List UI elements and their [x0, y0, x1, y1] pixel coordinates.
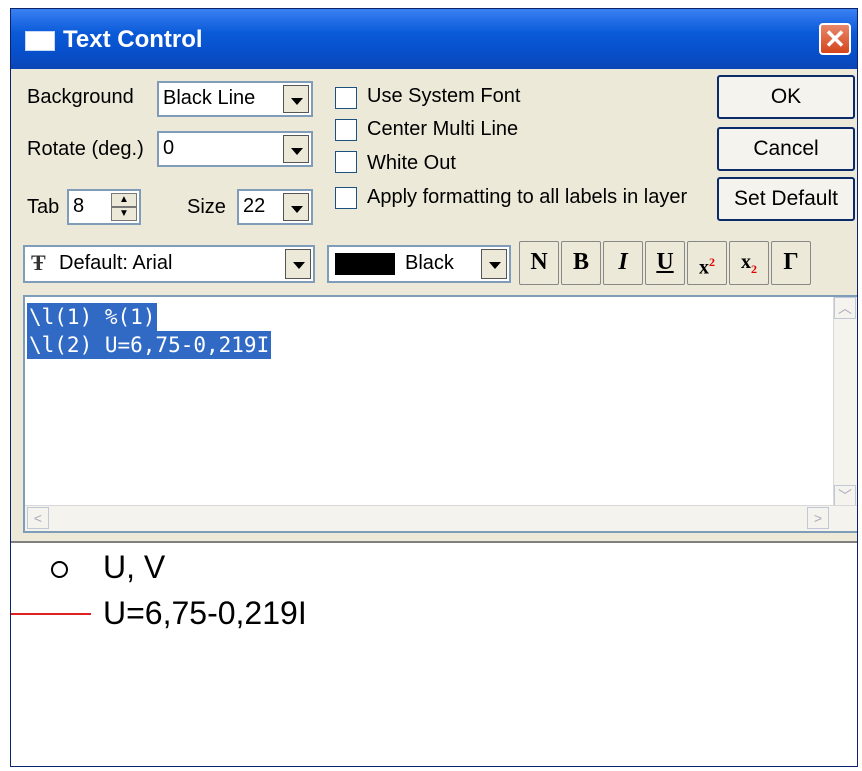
background-label: Background: [27, 86, 134, 108]
underline-format-button[interactable]: U: [645, 241, 685, 285]
rotate-label: Rotate (deg.): [27, 138, 144, 160]
ok-button[interactable]: OK: [717, 75, 855, 119]
chevron-down-icon[interactable]: [283, 85, 309, 113]
scroll-up-icon[interactable]: ︿: [834, 297, 856, 319]
center-multi-line-checkbox[interactable]: [335, 119, 357, 141]
window-title: Text Control: [63, 26, 203, 53]
font-select[interactable]: Ŧ Default: Arial: [23, 245, 315, 283]
chevron-down-icon[interactable]: [481, 249, 507, 279]
rotate-select[interactable]: 0: [157, 131, 313, 167]
use-system-font-label: Use System Font: [367, 85, 521, 107]
use-system-font-checkbox[interactable]: [335, 87, 357, 109]
italic-format-button[interactable]: I: [603, 241, 643, 285]
legend-entry-2: U=6,75-0,219I: [103, 595, 307, 631]
tab-spinner[interactable]: 8 ▲ ▼: [67, 189, 141, 225]
center-multi-line-label: Center Multi Line: [367, 118, 519, 140]
subscript-format-button[interactable]: x2: [729, 241, 769, 285]
color-name: Black: [405, 252, 454, 274]
set-default-button[interactable]: Set Default: [717, 177, 855, 221]
font-value: Default: Arial: [59, 252, 173, 274]
chevron-down-icon[interactable]: [283, 135, 309, 163]
subscript-base: x: [741, 251, 751, 273]
close-icon: ✕: [824, 24, 846, 54]
superscript-exp: 2: [709, 255, 715, 269]
subscript-exp: 2: [751, 262, 757, 276]
label-text-editor[interactable]: \l(1) %(1) \l(2) U=6,75-0,219I ︿ ﹀ < >: [23, 295, 857, 533]
superscript-base: x: [699, 256, 709, 279]
bold-format-button[interactable]: B: [561, 241, 601, 285]
apply-formatting-label: Apply formatting to all labels in layer: [367, 186, 688, 208]
white-out-checkbox[interactable]: [335, 151, 357, 173]
superscript-format-button[interactable]: x2: [687, 241, 727, 285]
background-select[interactable]: Black Line: [157, 81, 313, 117]
normal-format-button[interactable]: N: [519, 241, 559, 285]
size-value: 22: [243, 195, 266, 217]
spin-up-icon[interactable]: ▲: [111, 193, 137, 207]
cancel-button[interactable]: Cancel: [717, 127, 855, 171]
legend-entry-1: U, V: [103, 549, 166, 585]
greek-format-button[interactable]: Γ: [771, 241, 811, 285]
rotate-value: 0: [163, 137, 175, 159]
background-value: Black Line: [163, 87, 256, 109]
editor-line[interactable]: \l(1) %(1): [27, 303, 158, 331]
apply-formatting-checkbox[interactable]: [335, 187, 357, 209]
color-swatch: [335, 253, 395, 275]
red-line-symbol: [11, 613, 91, 615]
color-select[interactable]: Black: [327, 245, 511, 283]
text-control-dialog: Text Control ✕ Background Black Line Use…: [10, 8, 858, 767]
tab-label: Tab: [27, 196, 60, 218]
spin-down-icon[interactable]: ▼: [111, 207, 137, 221]
tab-value: 8: [73, 195, 85, 217]
size-label: Size: [187, 196, 226, 218]
scroll-left-icon[interactable]: <: [27, 507, 49, 529]
scroll-right-icon[interactable]: >: [807, 507, 829, 529]
font-tt-icon: Ŧ: [31, 250, 46, 275]
label-preview: U, V U=6,75-0,219I: [11, 541, 857, 766]
title-bar[interactable]: Text Control ✕: [11, 9, 857, 69]
chevron-down-icon[interactable]: [283, 193, 309, 221]
size-select[interactable]: 22: [237, 189, 313, 225]
vertical-scrollbar[interactable]: ︿ ﹀: [833, 297, 857, 507]
window-icon: [25, 31, 55, 51]
chevron-down-icon[interactable]: [285, 249, 311, 279]
scroll-down-icon[interactable]: ﹀: [834, 485, 856, 507]
close-button[interactable]: ✕: [819, 23, 851, 55]
open-circle-symbol: [51, 561, 68, 578]
editor-line[interactable]: \l(2) U=6,75-0,219I: [27, 331, 272, 359]
horizontal-scrollbar[interactable]: < >: [25, 505, 857, 531]
white-out-label: White Out: [367, 152, 456, 174]
